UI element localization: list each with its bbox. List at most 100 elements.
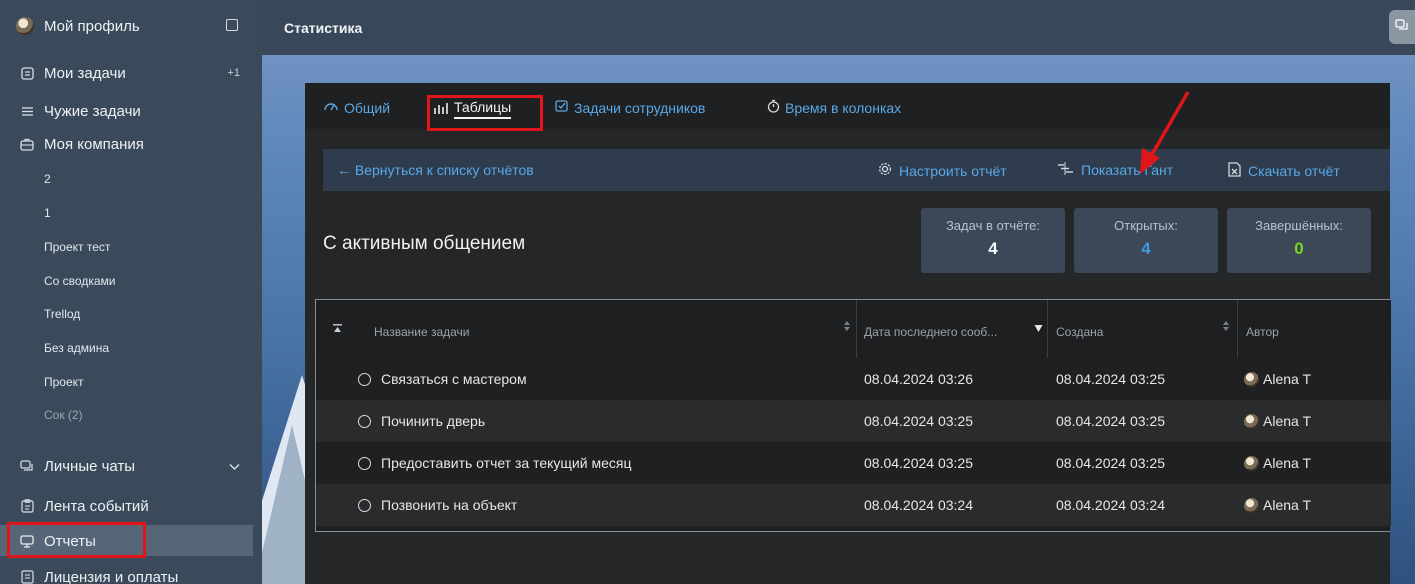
task-status-radio[interactable] (358, 457, 371, 470)
download-label: Скачать отчёт (1248, 163, 1340, 179)
avatar (1244, 372, 1259, 387)
author-cell: Alena T (1244, 497, 1311, 513)
tab-bar: Общий Таблицы Задачи сотрудников Время в… (305, 83, 1390, 129)
task-icon (20, 66, 34, 80)
collapse-icon[interactable] (333, 322, 342, 336)
created-cell: 08.04.2024 03:25 (1056, 413, 1165, 429)
table-row[interactable]: Починить дверь 08.04.2024 03:25 08.04.20… (316, 400, 1391, 442)
profile-label: Мой профиль (44, 17, 140, 35)
column-divider[interactable] (856, 300, 857, 362)
avatar (1244, 414, 1259, 429)
stat-value: 4 (988, 239, 998, 258)
back-to-reports-link[interactable]: ← Вернуться к списку отчётов (337, 162, 534, 178)
sidebar-item-others-tasks[interactable]: Чужие задачи (0, 100, 262, 122)
created-cell: 08.04.2024 03:25 (1056, 455, 1165, 471)
profile-item[interactable]: Мой профиль (0, 14, 262, 38)
task-name-cell[interactable]: Предоставить отчет за текущий месяц (358, 455, 631, 471)
bar-chart-icon (433, 101, 449, 118)
tab-tables[interactable]: Таблицы (433, 99, 512, 119)
briefcase-icon (20, 137, 34, 151)
gantt-icon (1057, 162, 1074, 178)
table-row[interactable]: Предоставить отчет за текущий месяц 08.0… (316, 442, 1391, 484)
report-panel: Общий Таблицы Задачи сотрудников Время в… (305, 83, 1391, 584)
column-header-name[interactable]: Название задачи (374, 325, 470, 339)
checkbox-icon (555, 99, 569, 116)
project-item[interactable]: 1 (44, 206, 51, 220)
sidebar-item-license[interactable]: Лицензия и оплаты (0, 566, 262, 584)
column-divider[interactable] (1237, 300, 1238, 362)
report-toolbar: ← Вернуться к списку отчётов Настроить о… (323, 149, 1390, 191)
page-header: Статистика (262, 0, 1415, 55)
avatar (1244, 498, 1259, 513)
sort-icon[interactable] (1222, 320, 1230, 335)
task-name: Починить дверь (381, 413, 486, 429)
sidebar-item-personal-chats[interactable]: Личные чаты (0, 455, 262, 477)
configure-report-button[interactable]: Настроить отчёт (878, 162, 1007, 179)
table-row[interactable]: Позвонить на объект 08.04.2024 03:24 08.… (316, 484, 1391, 526)
last-message-cell: 08.04.2024 03:24 (864, 497, 973, 513)
tab-time-in-columns[interactable]: Время в колонках (767, 99, 901, 116)
tab-general[interactable]: Общий (323, 99, 390, 116)
gauge-icon (323, 99, 339, 116)
project-item[interactable]: Проект тест (44, 240, 110, 254)
report-table: Название задачи Дата последнего сооб... … (315, 299, 1391, 532)
author-cell: Alena T (1244, 455, 1311, 471)
stat-value: 4 (1141, 239, 1151, 258)
column-header-author[interactable]: Автор (1246, 325, 1279, 339)
sidebar-item-reports[interactable]: Отчеты (0, 530, 262, 552)
stopwatch-icon (767, 99, 780, 116)
stat-completed-tasks: Завершённых: 0 (1227, 208, 1371, 273)
sidebar-item-my-tasks[interactable]: Мои задачи +1 (0, 62, 262, 84)
task-name: Позвонить на объект (381, 497, 518, 513)
sidebar-item-label: Личные чаты (44, 457, 136, 475)
page-title: Статистика (284, 20, 363, 36)
list-icon (20, 104, 34, 118)
task-status-radio[interactable] (358, 499, 371, 512)
project-item[interactable]: Сок (2) (44, 408, 83, 422)
project-item[interactable]: Проект (44, 375, 84, 389)
task-count-badge: +1 (227, 67, 240, 79)
project-item[interactable]: Без админа (44, 341, 109, 355)
sidebar-item-label: Моя компания (44, 135, 144, 153)
chevron-down-icon[interactable] (229, 458, 240, 476)
project-item[interactable]: 2 (44, 172, 51, 186)
clipboard-icon (20, 499, 34, 513)
last-message-cell: 08.04.2024 03:25 (864, 413, 973, 429)
table-header: Название задачи Дата последнего сооб... … (316, 300, 1391, 362)
tab-employee-tasks[interactable]: Задачи сотрудников (555, 99, 705, 116)
column-header-last-message[interactable]: Дата последнего сооб... (864, 325, 997, 339)
tab-label: Время в колонках (785, 99, 902, 116)
report-title: С активным общением (323, 233, 526, 254)
sidebar-toggle-icon[interactable] (226, 19, 238, 31)
sort-icon[interactable] (843, 320, 851, 335)
annotation-arrow-icon (1140, 91, 1190, 174)
project-item[interactable]: Trellод (44, 307, 80, 321)
last-message-cell: 08.04.2024 03:25 (864, 455, 973, 471)
task-name-cell[interactable]: Починить дверь (358, 413, 485, 429)
tab-label: Таблицы (454, 99, 512, 119)
sidebar-item-my-company[interactable]: Моя компания (0, 133, 262, 155)
tab-label: Задачи сотрудников (574, 99, 706, 116)
sort-desc-icon[interactable] (1034, 322, 1043, 336)
project-item[interactable]: Со сводками (44, 274, 115, 288)
back-link-label: ← Вернуться к списку отчётов (337, 162, 534, 178)
chat-icon (20, 459, 34, 473)
task-status-radio[interactable] (358, 415, 371, 428)
task-status-radio[interactable] (358, 373, 371, 386)
chat-toggle-button[interactable] (1389, 10, 1415, 44)
column-header-created[interactable]: Создана (1056, 325, 1103, 339)
author-name: Alena T (1263, 455, 1311, 471)
avatar (1244, 456, 1259, 471)
sidebar-item-event-feed[interactable]: Лента событий (0, 495, 262, 517)
column-divider[interactable] (1047, 300, 1048, 362)
download-report-button[interactable]: Скачать отчёт (1228, 162, 1340, 180)
last-message-cell: 08.04.2024 03:26 (864, 371, 973, 387)
task-name-cell[interactable]: Связаться с мастером (358, 371, 527, 387)
sidebar-item-label: Лента событий (44, 497, 149, 515)
monitor-icon (20, 534, 34, 548)
configure-label: Настроить отчёт (899, 162, 1007, 179)
task-name-cell[interactable]: Позвонить на объект (358, 497, 517, 513)
task-name: Предоставить отчет за текущий месяц (381, 455, 632, 471)
table-row[interactable]: Связаться с мастером 08.04.2024 03:26 08… (316, 358, 1391, 400)
gear-icon (878, 162, 892, 179)
